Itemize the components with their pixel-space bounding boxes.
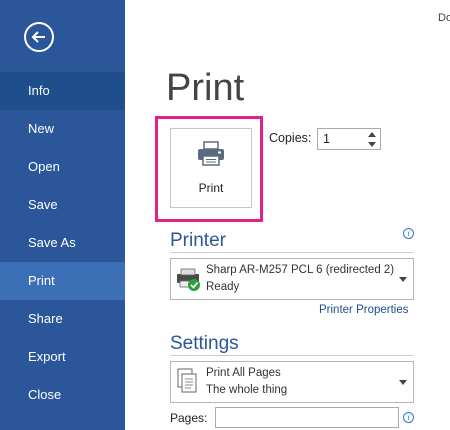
- info-icon[interactable]: i: [403, 228, 414, 239]
- pages-icon: [177, 368, 199, 401]
- printer-device-icon: [174, 265, 204, 300]
- printer-section-title: Printer: [170, 230, 226, 251]
- document-title: Do: [438, 12, 450, 24]
- section-divider: [170, 355, 414, 356]
- printer-icon: [197, 141, 225, 172]
- sidebar-item-close[interactable]: Close: [0, 376, 125, 414]
- chevron-down-icon: [399, 380, 407, 385]
- spin-down-icon[interactable]: [366, 140, 378, 149]
- section-divider: [170, 252, 414, 253]
- printer-select[interactable]: Sharp AR-M257 PCL 6 (redirected 2) Ready: [170, 258, 414, 300]
- printer-status: Ready: [206, 281, 240, 293]
- print-button-label: Print: [198, 181, 224, 195]
- backstage-sidebar: Info New Open Save Save As Print Share E…: [0, 0, 125, 430]
- sidebar-item-save-as[interactable]: Save As: [0, 224, 125, 262]
- sidebar-item-new[interactable]: New: [0, 110, 125, 148]
- sidebar-item-info[interactable]: Info: [0, 72, 125, 110]
- print-range-description: The whole thing: [206, 384, 288, 396]
- printer-name: Sharp AR-M257 PCL 6 (redirected 2): [206, 264, 395, 276]
- sidebar-item-export[interactable]: Export: [0, 338, 125, 376]
- back-arrow-icon[interactable]: [24, 22, 54, 52]
- settings-section-title: Settings: [170, 333, 239, 354]
- copies-label: Copies:: [269, 131, 312, 145]
- copies-stepper[interactable]: 1: [317, 128, 381, 150]
- pages-label: Pages:: [170, 411, 208, 425]
- pages-input[interactable]: [215, 407, 399, 428]
- sidebar-item-print[interactable]: Print: [0, 262, 125, 300]
- print-button[interactable]: Print: [170, 128, 252, 208]
- sidebar-item-share[interactable]: Share: [0, 300, 125, 338]
- chevron-down-icon: [399, 277, 407, 282]
- copies-value: 1: [323, 132, 330, 146]
- printer-properties-link[interactable]: Printer Properties: [319, 304, 408, 316]
- page-title: Print: [166, 67, 245, 109]
- spin-up-icon[interactable]: [366, 130, 378, 139]
- print-range-select[interactable]: Print All Pages The whole thing: [170, 361, 414, 403]
- sidebar-item-save[interactable]: Save: [0, 186, 125, 224]
- info-icon[interactable]: i: [403, 412, 414, 423]
- print-range-title: Print All Pages: [206, 367, 281, 379]
- sidebar-item-open[interactable]: Open: [0, 148, 125, 186]
